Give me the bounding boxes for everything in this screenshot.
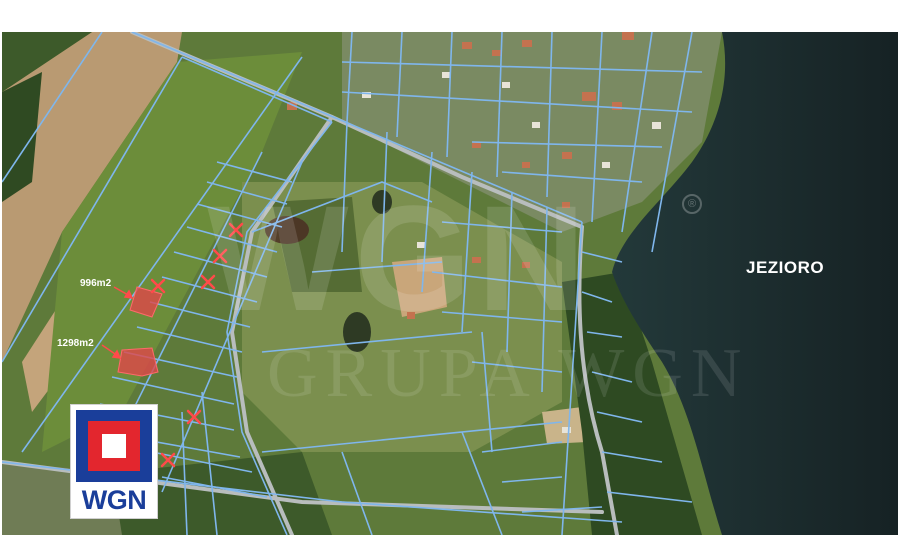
plot-1298-highlight[interactable] — [117, 347, 159, 377]
plot-area-label: 1298m2 — [57, 338, 94, 349]
registered-mark: ® — [682, 194, 702, 214]
plot-area-label: 996m2 — [80, 278, 112, 289]
logo-text: WGN — [81, 485, 147, 515]
map-image-frame: WGN GRUPA WGN ® JEZIORO 996m2 1298m2 WGN — [0, 0, 900, 539]
logo-mark — [76, 410, 152, 482]
logo-white-square — [102, 434, 126, 458]
lake-label: JEZIORO — [746, 258, 825, 277]
wgn-logo: WGN — [70, 404, 158, 519]
watermark-subtext: GRUPA WGN — [267, 335, 750, 412]
watermark-text: WGN — [207, 174, 592, 342]
